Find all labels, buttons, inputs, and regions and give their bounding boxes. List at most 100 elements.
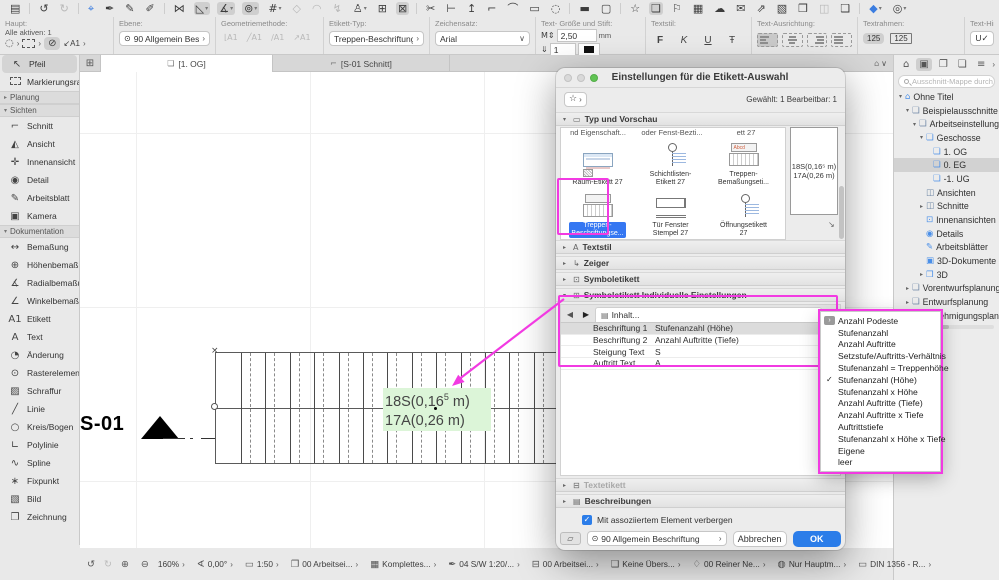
tool-change[interactable]: ◔ Änderung: [0, 346, 79, 364]
expander-icon[interactable]: ▸: [904, 285, 911, 292]
publisher-icon[interactable]: ❏: [955, 58, 970, 71]
cloud-icon[interactable]: ☁: [712, 2, 727, 15]
text-style-u-button[interactable]: U: [699, 33, 717, 48]
redo-icon[interactable]: ↻: [58, 2, 71, 15]
group-dokumentation[interactable]: ▾ Dokumentation: [0, 225, 79, 238]
search-select-icon[interactable]: ⌖: [86, 2, 96, 15]
type-tuer-fenster-stempel[interactable]: Tür Fenster Stempel 27: [634, 188, 707, 239]
menu-item[interactable]: Anzahl Auftritte (Tiefe): [821, 398, 940, 410]
tool-circle[interactable]: ○ Kreis/Bogen: [0, 418, 79, 436]
ok-button[interactable]: OK: [792, 530, 841, 547]
ghost-story-icon[interactable]: ♙ ▾: [351, 2, 369, 15]
tool-detail[interactable]: ◉ Detail: [0, 171, 79, 189]
library-icon[interactable]: ❒: [796, 2, 810, 15]
tool-angle-dimension[interactable]: ∠ Winkelbemaßung: [0, 292, 79, 310]
tool-polyline[interactable]: ∟ Polylinie: [0, 436, 79, 454]
statusbar-zoom-previous-icon[interactable]: ↺: [84, 559, 98, 570]
tree-ansichten[interactable]: ◫ Ansichten: [894, 186, 999, 200]
schedule-icon[interactable]: ▦: [691, 2, 705, 15]
tree-ohne-titel[interactable]: ▾ ⌂ Ohne Titel: [894, 90, 999, 104]
menu-item[interactable]: Setzstufe/Auftritts-Verhältnis: [821, 350, 946, 362]
layers-icon[interactable]: ❏: [649, 2, 663, 15]
stretch-icon[interactable]: ▭: [527, 2, 541, 15]
marquee-polygon-icon[interactable]: ✐: [143, 2, 156, 15]
statusbar-model-view[interactable]: ⊟ 00 Arbeitsei... ›: [529, 559, 602, 570]
menu-item[interactable]: Anzahl Auftritte x Tiefe: [821, 409, 940, 421]
tree-arbeitsblaetter[interactable]: ✎ Arbeitsblätter: [894, 241, 999, 255]
marquee-icon[interactable]: [22, 39, 36, 48]
tree-innenansichten[interactable]: ⊡ Innenansichten: [894, 213, 999, 227]
tree-geschosse[interactable]: ▾ ❏ Geschosse: [894, 131, 999, 145]
text-style-f-button[interactable]: F: [651, 33, 669, 48]
element-snap-icon[interactable]: ⊠: [395, 2, 410, 15]
tool-label[interactable]: A1 Etikett: [0, 310, 79, 328]
adjust-icon[interactable]: ⊢: [444, 2, 458, 15]
tree-beispielausschnitte[interactable]: ▾ ❏ Beispielausschnitte: [894, 104, 999, 118]
project-map-icon[interactable]: ⌂: [900, 58, 912, 71]
dialog-layer-combo[interactable]: ⊙ 90 Allgemein Beschriftung ›: [586, 531, 727, 546]
group-sichten[interactable]: ▾ Sichten: [0, 104, 79, 117]
stair-label[interactable]: 18S(0,165 m) 17A(0,26 m): [383, 388, 491, 431]
grid-snap-icon[interactable]: # ▾: [266, 2, 283, 15]
view-map-icon[interactable]: ▣: [916, 58, 932, 71]
expander-icon[interactable]: ▾: [897, 93, 904, 100]
sun-study-icon[interactable]: ◎ ▾: [891, 2, 909, 15]
tree-0-eg[interactable]: ❏ 0. EG: [894, 158, 999, 173]
settings-table-row[interactable]: Beschriftung 1 Stufenanzahl (Höhe): [561, 323, 840, 335]
type-schichtlisten-etikett[interactable]: Schichtlisten- Etikett 27: [634, 137, 707, 188]
menu-item[interactable]: Stufenanzahl x Höhe x Tiefe: [821, 433, 946, 445]
statusbar-pen[interactable]: ✒ 04 S/W 1:20/... ›: [445, 559, 523, 570]
share-icon[interactable]: ⇗: [755, 2, 768, 15]
label-tool-indicator[interactable]: ↙A1: [63, 39, 80, 48]
section-typ-und-vorschau[interactable]: ▾ ▭ Typ und Vorschau: [556, 112, 845, 126]
inject-parameters-icon[interactable]: ✎: [123, 2, 136, 15]
tool-dimension[interactable]: ↔ Bemaßung: [0, 238, 79, 256]
label-type-combo[interactable]: Treppen-Beschriftungsetiket...›: [329, 31, 424, 46]
tree-entwurfsplanung[interactable]: ▸ ❏ Entwurfsplanung: [894, 295, 999, 309]
favorites-button[interactable]: ☆ ›: [564, 91, 587, 107]
favorites-icon[interactable]: ☆: [628, 2, 642, 15]
pickup-parameters-icon[interactable]: ✒: [103, 2, 116, 15]
chevron-icon[interactable]: ›: [992, 60, 995, 69]
intersect-icon[interactable]: ⋈: [172, 2, 187, 15]
menu-item[interactable]: Anzahl Auftritte: [821, 339, 940, 351]
statusbar-layer-combination[interactable]: ❐ 00 Arbeitsei... ›: [288, 559, 361, 570]
dialog-titlebar[interactable]: Einstellungen für die Etikett-Auswahl: [556, 68, 845, 88]
statusbar-zoom-out-icon[interactable]: ⊖: [138, 559, 152, 570]
text-size-input[interactable]: 2,50: [556, 29, 597, 42]
expander-icon[interactable]: ▾: [904, 107, 911, 114]
flag-icon[interactable]: ⚐: [670, 2, 684, 15]
menu-item[interactable]: Stufenanzahl x Höhe: [821, 386, 940, 398]
text-background-button[interactable]: U✓: [970, 31, 994, 46]
tool-grid-element[interactable]: ⊙ Rasterelement: [0, 364, 79, 382]
tree-details[interactable]: ◉ Details: [894, 227, 999, 241]
statusbar-zoom-next-icon[interactable]: ↻: [101, 559, 115, 570]
tool-spline[interactable]: ∿ Spline: [0, 454, 79, 472]
cutaway-3d-icon[interactable]: ◆ ▾: [867, 2, 883, 15]
elevate-icon[interactable]: ↥: [465, 2, 478, 15]
tool-section[interactable]: ⌐ Schnitt: [0, 117, 79, 135]
navigator-menu-icon[interactable]: ≡: [974, 58, 988, 71]
magic-wand-icon[interactable]: ↯: [331, 2, 344, 15]
menu-item[interactable]: leer: [821, 457, 940, 469]
tool-text[interactable]: A Text: [0, 328, 79, 346]
tab-next-icon[interactable]: ▶: [579, 308, 593, 322]
virtual-trace-icon[interactable]: ⊞: [376, 2, 389, 15]
quick-options-icon[interactable]: ⊞: [80, 55, 101, 72]
tool-marquee[interactable]: Markierungsrah...: [0, 73, 79, 91]
type-treppen-beschriftung[interactable]: Treppen- Beschriftungse...: [561, 188, 634, 239]
text-frame-off-button[interactable]: 125: [863, 33, 885, 44]
tree-vorentwurfsplanung[interactable]: ▸ ❏ Vorentwurfsplanung: [894, 282, 999, 296]
cancel-button[interactable]: Abbrechen: [732, 530, 787, 547]
geometry-method-button[interactable]: ∕A1: [268, 31, 287, 44]
settings-table-row[interactable]: Auftritt Text A: [561, 358, 840, 370]
expander-icon[interactable]: ▸: [918, 203, 925, 210]
tab-prev-icon[interactable]: ◀: [563, 308, 577, 322]
undo-icon[interactable]: ↺: [37, 2, 50, 15]
statusbar-orientation[interactable]: ∢ 0,00° ›: [194, 559, 236, 570]
type-treppen-bemassung[interactable]: Abcd Treppen- Bemaßungseti...: [707, 137, 780, 188]
menu-item[interactable]: Auftrittstiefe: [821, 421, 940, 433]
tool-hotspot[interactable]: ∗ Fixpunkt: [0, 472, 79, 490]
settings-table-row[interactable]: Beschriftung 2 Anzahl Auftritte (Tiefe): [561, 335, 840, 347]
menu-item[interactable]: ✓ Stufenanzahl (Höhe): [821, 374, 940, 386]
